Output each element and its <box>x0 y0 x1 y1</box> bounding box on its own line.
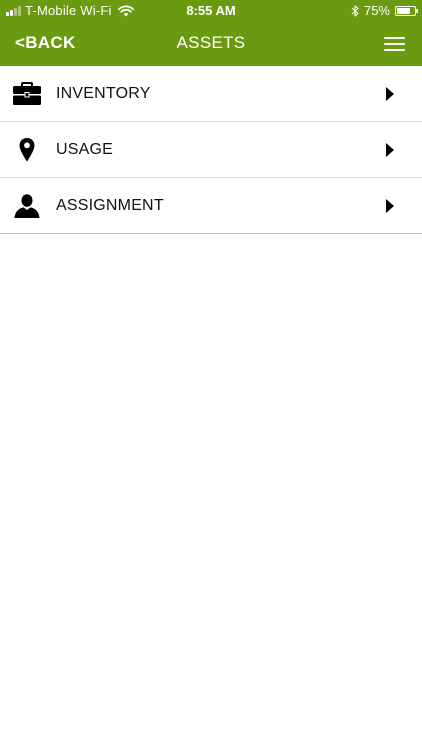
hamburger-menu-icon[interactable] <box>384 37 405 52</box>
chevron-right-icon <box>386 199 394 213</box>
briefcase-icon <box>12 80 42 108</box>
assets-menu-list: INVENTORY USAGE ASSIGNMENT <box>0 66 422 234</box>
person-icon <box>12 192 42 220</box>
chevron-right-icon <box>386 143 394 157</box>
chevron-right-icon <box>386 87 394 101</box>
screen: T-Mobile Wi-Fi 8:55 AM 75% <BACK ASSETS … <box>0 0 422 750</box>
list-item-label: USAGE <box>56 141 114 158</box>
battery-percent: 75% <box>363 3 390 18</box>
bluetooth-icon <box>351 4 359 17</box>
list-item-inventory[interactable]: INVENTORY <box>0 66 422 122</box>
status-right: 75% <box>351 3 418 18</box>
list-item-usage[interactable]: USAGE <box>0 122 422 178</box>
list-item-label: ASSIGNMENT <box>56 197 164 214</box>
header: T-Mobile Wi-Fi 8:55 AM 75% <BACK ASSETS <box>0 0 422 66</box>
battery-icon <box>395 5 418 16</box>
map-pin-icon <box>12 136 42 164</box>
battery-fill <box>397 7 410 14</box>
list-item-assignment[interactable]: ASSIGNMENT <box>0 178 422 234</box>
page-title: ASSETS <box>176 33 246 52</box>
nav-bar: <BACK ASSETS <box>0 22 422 66</box>
status-bar: T-Mobile Wi-Fi 8:55 AM 75% <box>0 0 422 22</box>
list-item-label: INVENTORY <box>56 85 151 102</box>
